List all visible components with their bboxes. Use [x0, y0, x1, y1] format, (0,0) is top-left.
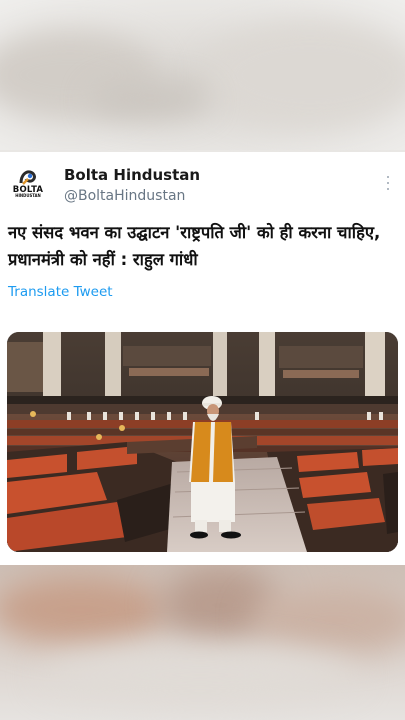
more-vertical-icon[interactable] — [384, 176, 392, 190]
bolta-logo-icon — [17, 169, 39, 185]
tweet-photo[interactable] — [7, 332, 398, 552]
blurred-background-bottom — [0, 565, 405, 720]
parliament-hall-image — [7, 332, 398, 552]
avatar[interactable]: BOLTA HINDUSTAN — [8, 164, 48, 204]
tweet-text: नए संसद भवन का उद्घाटन 'राष्ट्रपति जी' क… — [8, 223, 381, 269]
author-name[interactable]: Bolta Hindustan — [64, 166, 200, 184]
blurred-background-top — [0, 0, 405, 150]
avatar-logo-subtext: HINDUSTAN — [15, 194, 41, 199]
tweet-card[interactable]: BOLTA HINDUSTAN Bolta Hindustan @BoltaHi… — [0, 152, 405, 565]
avatar-logo-text: BOLTA — [12, 185, 44, 195]
translate-tweet-link[interactable]: Translate Tweet — [8, 284, 113, 300]
author-handle[interactable]: @BoltaHindustan — [64, 188, 185, 204]
